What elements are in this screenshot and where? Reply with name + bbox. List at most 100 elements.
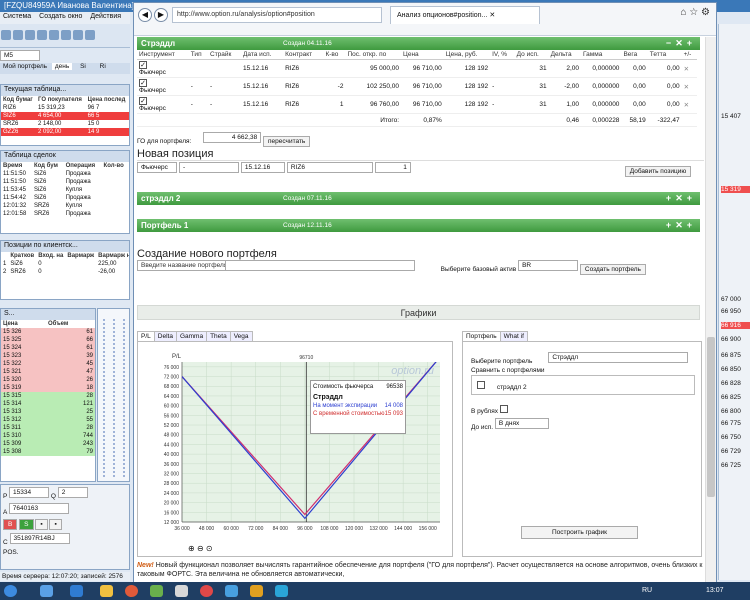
toolbar-icon[interactable] (37, 30, 47, 40)
skype-icon[interactable] (275, 585, 288, 597)
toolbar-icon[interactable] (85, 30, 95, 40)
select-portfolio[interactable]: Стрэддл (548, 352, 689, 363)
table-row[interactable]: 12:01:58 SRZ6 Продажа (1, 210, 129, 218)
plus-icon[interactable]: + (666, 193, 675, 203)
toolbar-icon[interactable] (49, 30, 59, 40)
table-row[interactable]: 11:51:50 SiZ6 Продажа (1, 178, 129, 186)
plus-icon[interactable]: + (666, 220, 675, 230)
orderbook-row[interactable]: 15 323 39 (1, 352, 95, 360)
type-field[interactable]: - (178, 162, 239, 173)
plus-icon[interactable]: + (687, 193, 696, 203)
close-icon[interactable]: ✕ (675, 220, 687, 230)
position-row[interactable]: ✓ Фьючерс - -15.12.16 RIZ6 -2 102 250,00 96 710… (137, 77, 697, 96)
minus-icon[interactable]: − (666, 38, 675, 48)
days-select[interactable]: В днях (494, 418, 549, 429)
orderbook-row[interactable]: 15 308 79 (1, 448, 95, 456)
orderbook-row[interactable]: 15 324 61 (1, 344, 95, 352)
taskbar-app-icon[interactable] (150, 585, 163, 597)
taskbar-app-icon[interactable] (70, 585, 83, 597)
portfolio-name-input[interactable]: Введите название портфеля (137, 260, 227, 271)
instrument-select[interactable]: M5 (0, 50, 40, 61)
instrument-select[interactable]: Фьючерс (137, 162, 177, 173)
build-chart-button[interactable]: Построить график (521, 526, 638, 539)
toolbar-icon[interactable] (61, 30, 71, 40)
star-icon[interactable]: ☆ (689, 7, 698, 18)
gear-icon[interactable]: ⚙ (701, 7, 710, 18)
price-input[interactable]: 15334 (9, 487, 50, 498)
toolbar-icon[interactable] (1, 30, 11, 40)
orderbook-row[interactable]: 15 321 47 (1, 368, 95, 376)
add-position-button[interactable]: Добавить позицию (624, 166, 692, 177)
browser-icon[interactable] (125, 585, 138, 597)
remove-row-icon[interactable]: ✕ (681, 59, 697, 78)
forward-icon[interactable]: ▶ (154, 8, 168, 22)
tab-day[interactable]: день (51, 63, 73, 70)
orderbook-row[interactable]: 15 320 26 (1, 376, 95, 384)
rub-checkbox[interactable] (499, 405, 508, 413)
address-bar[interactable]: http://www.option.ru/analysis/option#pos… (172, 7, 382, 23)
portfolio-name-field[interactable] (224, 260, 415, 271)
language-indicator[interactable]: RU (642, 587, 652, 594)
order-action-button[interactable]: ▪ (35, 519, 48, 530)
plus-icon[interactable]: + (687, 220, 696, 230)
close-icon[interactable]: ✕ (675, 193, 687, 203)
portfolio-header-straddle-2[interactable]: стрэддл 2 Создан 07.11.16 +✕+ (137, 192, 700, 205)
back-icon[interactable]: ◀ (138, 8, 152, 22)
zoom-out-icon[interactable]: ⊖ (197, 544, 204, 553)
orderbook-row[interactable]: 15 319 18 (1, 384, 95, 392)
close-icon[interactable]: ✕ (675, 38, 687, 48)
remove-row-icon[interactable]: ✕ (681, 95, 697, 114)
orderbook-row[interactable]: 15 309 243 (1, 440, 95, 448)
menu-actions[interactable]: Действия (90, 13, 121, 20)
close-icon[interactable]: ✕ (489, 12, 495, 19)
portfolio-header-straddle[interactable]: Стрэддл Создан 04.11.16 −✕+ (137, 37, 700, 50)
create-portfolio-button[interactable]: Создать портфель (579, 264, 646, 275)
toolbar-icon[interactable] (25, 30, 35, 40)
zoom-in-icon[interactable]: ⊕ (188, 544, 195, 553)
remove-row-icon[interactable]: ✕ (681, 77, 697, 96)
taskbar-app-icon[interactable] (40, 585, 53, 597)
order-action-button[interactable]: ▪ (49, 519, 62, 530)
taskbar-app-icon[interactable] (250, 585, 263, 597)
browser-tab-active[interactable]: Анализ опционов#position... ✕ (390, 6, 540, 24)
table-row[interactable]: SRZ6 2 148,00 15 0 (1, 120, 129, 128)
table-row[interactable]: 11:54:42 SiZ6 Продажа (1, 194, 129, 202)
menu-system[interactable]: Система (3, 13, 31, 20)
position-row[interactable]: ✓ Фьючерс - -15.12.16 RIZ6 1 96 760,00 96 710,0… (137, 95, 697, 114)
client-code-input[interactable]: 351897R14BJ (9, 533, 70, 544)
orderbook-row[interactable]: 15 313 25 (1, 408, 95, 416)
portfolio-header-portfolio-1[interactable]: Портфель 1 Создан 12.11.16 +✕+ (137, 219, 700, 232)
start-icon[interactable] (4, 585, 17, 597)
compare-checkbox[interactable] (477, 381, 485, 389)
contract-select[interactable]: RIZ6 (286, 162, 373, 173)
zoom-reset-icon[interactable]: ⊙ (206, 544, 213, 553)
position-checkbox[interactable]: ✓ (139, 61, 147, 69)
plus-icon[interactable]: + (687, 38, 696, 48)
menu-create-window[interactable]: Создать окно (39, 13, 82, 20)
qty-input[interactable]: 1 (374, 162, 411, 173)
scroll-thumb[interactable] (707, 337, 715, 497)
page-scrollbar[interactable] (705, 37, 716, 583)
orderbook-row[interactable]: 15 312 55 (1, 416, 95, 424)
recalc-button[interactable]: пересчитать (263, 136, 311, 147)
base-asset-select[interactable]: BR (518, 260, 579, 271)
orderbook-row[interactable]: 15 325 66 (1, 336, 95, 344)
position-checkbox[interactable]: ✓ (139, 97, 147, 105)
taskbar-app-icon[interactable] (175, 585, 188, 597)
home-icon[interactable]: ⌂ (680, 7, 686, 18)
table-row[interactable]: 12:01:32 SRZ6 Купля (1, 202, 129, 210)
taskbar-app-icon[interactable] (225, 585, 238, 597)
tab-si[interactable]: Si (74, 63, 92, 70)
table-row[interactable]: 2 SRZ6 0 -26,00 (1, 268, 129, 276)
table-row[interactable]: SIZ6 4 654,00 66 5 (1, 112, 129, 120)
table-row[interactable]: 11:53:45 SiZ6 Купля (1, 186, 129, 194)
tab-ri[interactable]: Ri (94, 63, 112, 70)
table-row[interactable]: GZZ6 2 092,00 14 9 (1, 128, 129, 136)
orderbook-row[interactable]: 15 326 61 (1, 328, 95, 336)
tab-my-portfolio[interactable]: Мой портфель (0, 63, 50, 70)
buy-button[interactable]: S (19, 519, 34, 530)
table-row[interactable]: RIZ6 15 319,23 96 7 (1, 104, 129, 112)
toolbar-icon[interactable] (13, 30, 23, 40)
account-input[interactable]: 7640163 (8, 503, 69, 514)
table-row[interactable]: 11:51:50 SiZ6 Продажа (1, 170, 129, 178)
